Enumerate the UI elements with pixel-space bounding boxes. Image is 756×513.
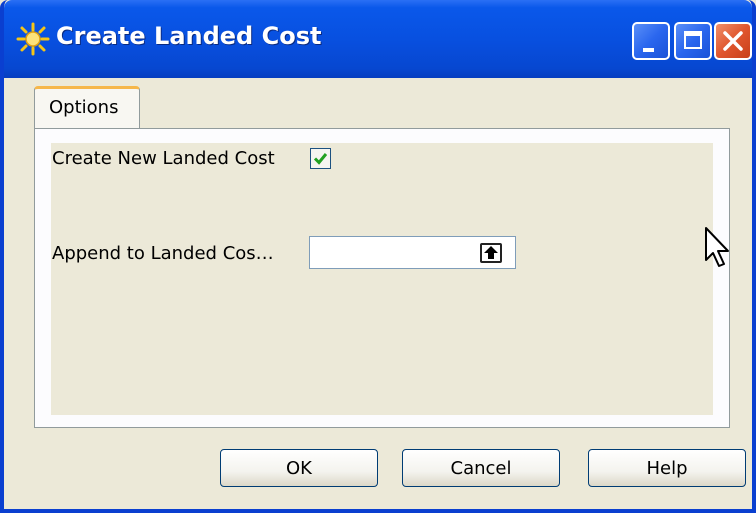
window-title: Create Landed Cost — [56, 22, 322, 50]
up-arrow-icon — [484, 246, 498, 259]
mouse-pointer-icon — [705, 227, 729, 267]
tab-options-label: Options — [49, 97, 119, 118]
tab-panel-options — [34, 128, 730, 428]
maximize-button[interactable] — [674, 22, 712, 60]
create-new-landed-cost-checkbox[interactable] — [310, 148, 331, 169]
lookup-button[interactable] — [480, 243, 502, 263]
options-content-area — [51, 143, 713, 415]
cancel-button[interactable]: Cancel — [402, 449, 560, 487]
checkmark-icon — [313, 153, 328, 165]
close-button[interactable] — [714, 22, 752, 60]
help-button[interactable]: Help — [588, 449, 746, 487]
app-sun-icon — [16, 22, 50, 56]
minimize-button[interactable] — [632, 22, 670, 60]
dialog-window: Create Landed Cost Options Create New La… — [0, 0, 756, 513]
append-to-landed-cost-label: Append to Landed Cos… — [52, 243, 274, 264]
close-icon — [723, 31, 743, 51]
ok-button[interactable]: OK — [220, 449, 378, 487]
tab-options[interactable]: Options — [34, 86, 140, 130]
create-new-landed-cost-label: Create New Landed Cost — [52, 148, 275, 169]
title-bar[interactable]: Create Landed Cost — [4, 0, 752, 78]
